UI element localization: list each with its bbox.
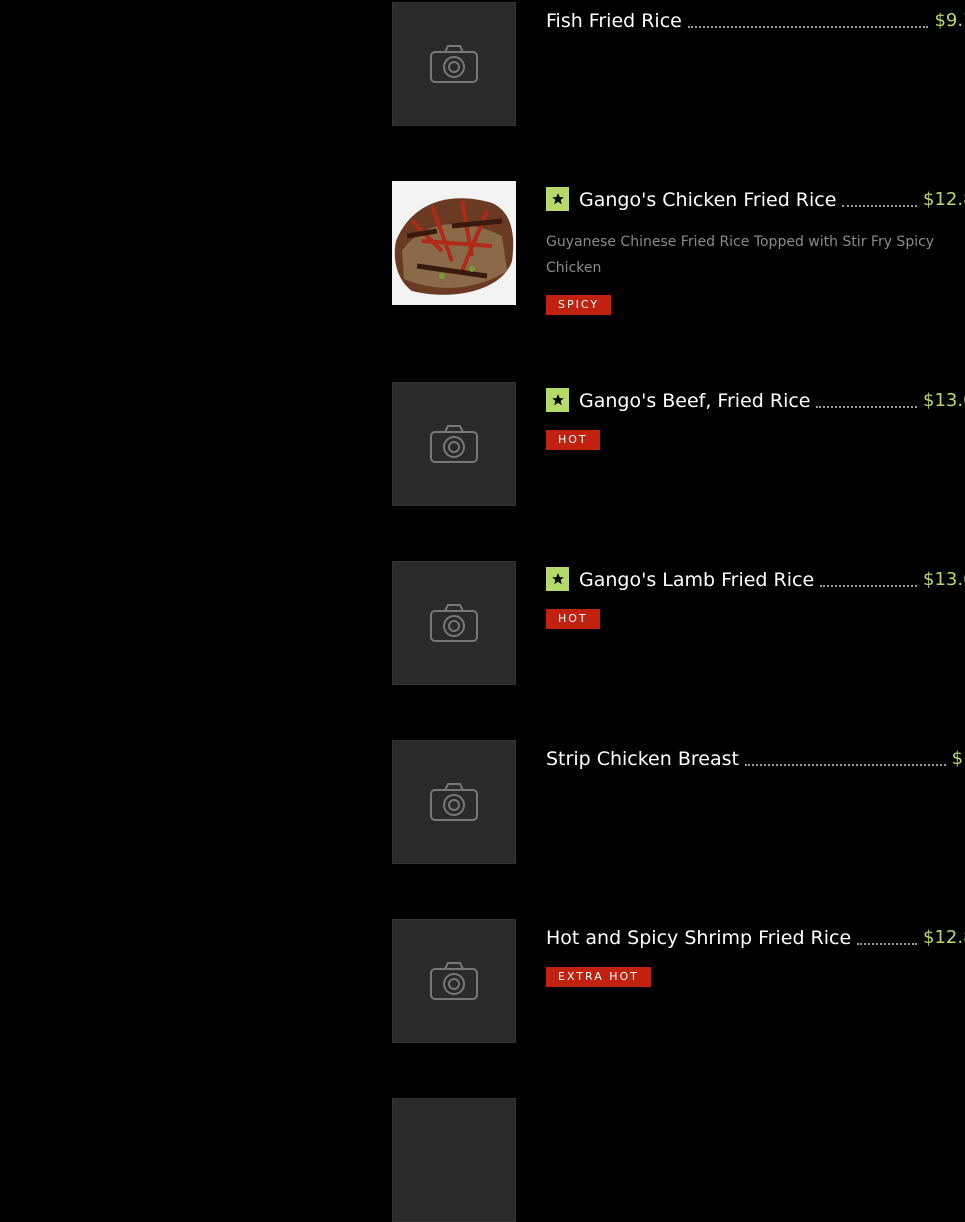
item-name: Gango's Beef, Fried Rice: [579, 390, 811, 412]
star-icon: [551, 573, 564, 585]
item-photo: [392, 181, 516, 305]
star-icon: [551, 394, 564, 406]
camera-icon: [430, 962, 478, 1000]
dotted-leader: [842, 205, 918, 207]
item-price: $15: [951, 748, 965, 769]
item-price: $12.85: [923, 189, 965, 210]
camera-icon: [430, 604, 478, 642]
item-image-placeholder: [392, 740, 516, 864]
favorite-badge: [546, 567, 569, 591]
item-name: Gango's Chicken Fried Rice: [579, 189, 837, 211]
item-name: Strip Chicken Breast: [546, 748, 739, 770]
item-image-placeholder: [392, 919, 516, 1043]
favorite-badge: [546, 388, 569, 412]
favorite-badge: [546, 187, 569, 211]
item-image-placeholder: [392, 561, 516, 685]
heat-badge: HOT: [546, 609, 600, 629]
heat-badge: SPICY: [546, 295, 612, 315]
dotted-leader: [687, 26, 929, 28]
item-price: $13.05: [923, 569, 965, 590]
dotted-leader: [820, 585, 918, 587]
camera-icon: [430, 45, 478, 83]
item-price: $9.75: [934, 10, 965, 31]
star-icon: [551, 193, 564, 205]
dotted-leader: [816, 406, 918, 408]
item-name: Hot and Spicy Shrimp Fried Rice: [546, 927, 852, 949]
item-price: $13.05: [923, 390, 965, 411]
food-photo: [392, 181, 516, 305]
dotted-leader: [744, 764, 946, 766]
item-description: Guyanese Chinese Fried Rice Topped with …: [546, 234, 935, 276]
item-name: Fish Fried Rice: [546, 10, 682, 32]
camera-icon: [430, 425, 478, 463]
item-image-placeholder: [392, 382, 516, 506]
item-image-placeholder: [392, 1098, 516, 1222]
heat-badge: EXTRA HOT: [546, 967, 651, 987]
dotted-leader: [857, 943, 918, 945]
heat-badge: HOT: [546, 430, 600, 450]
item-name: Gango's Lamb Fried Rice: [579, 569, 815, 591]
item-price: $12.85: [923, 927, 965, 948]
item-image-placeholder: [392, 2, 516, 126]
camera-icon: [430, 783, 478, 821]
